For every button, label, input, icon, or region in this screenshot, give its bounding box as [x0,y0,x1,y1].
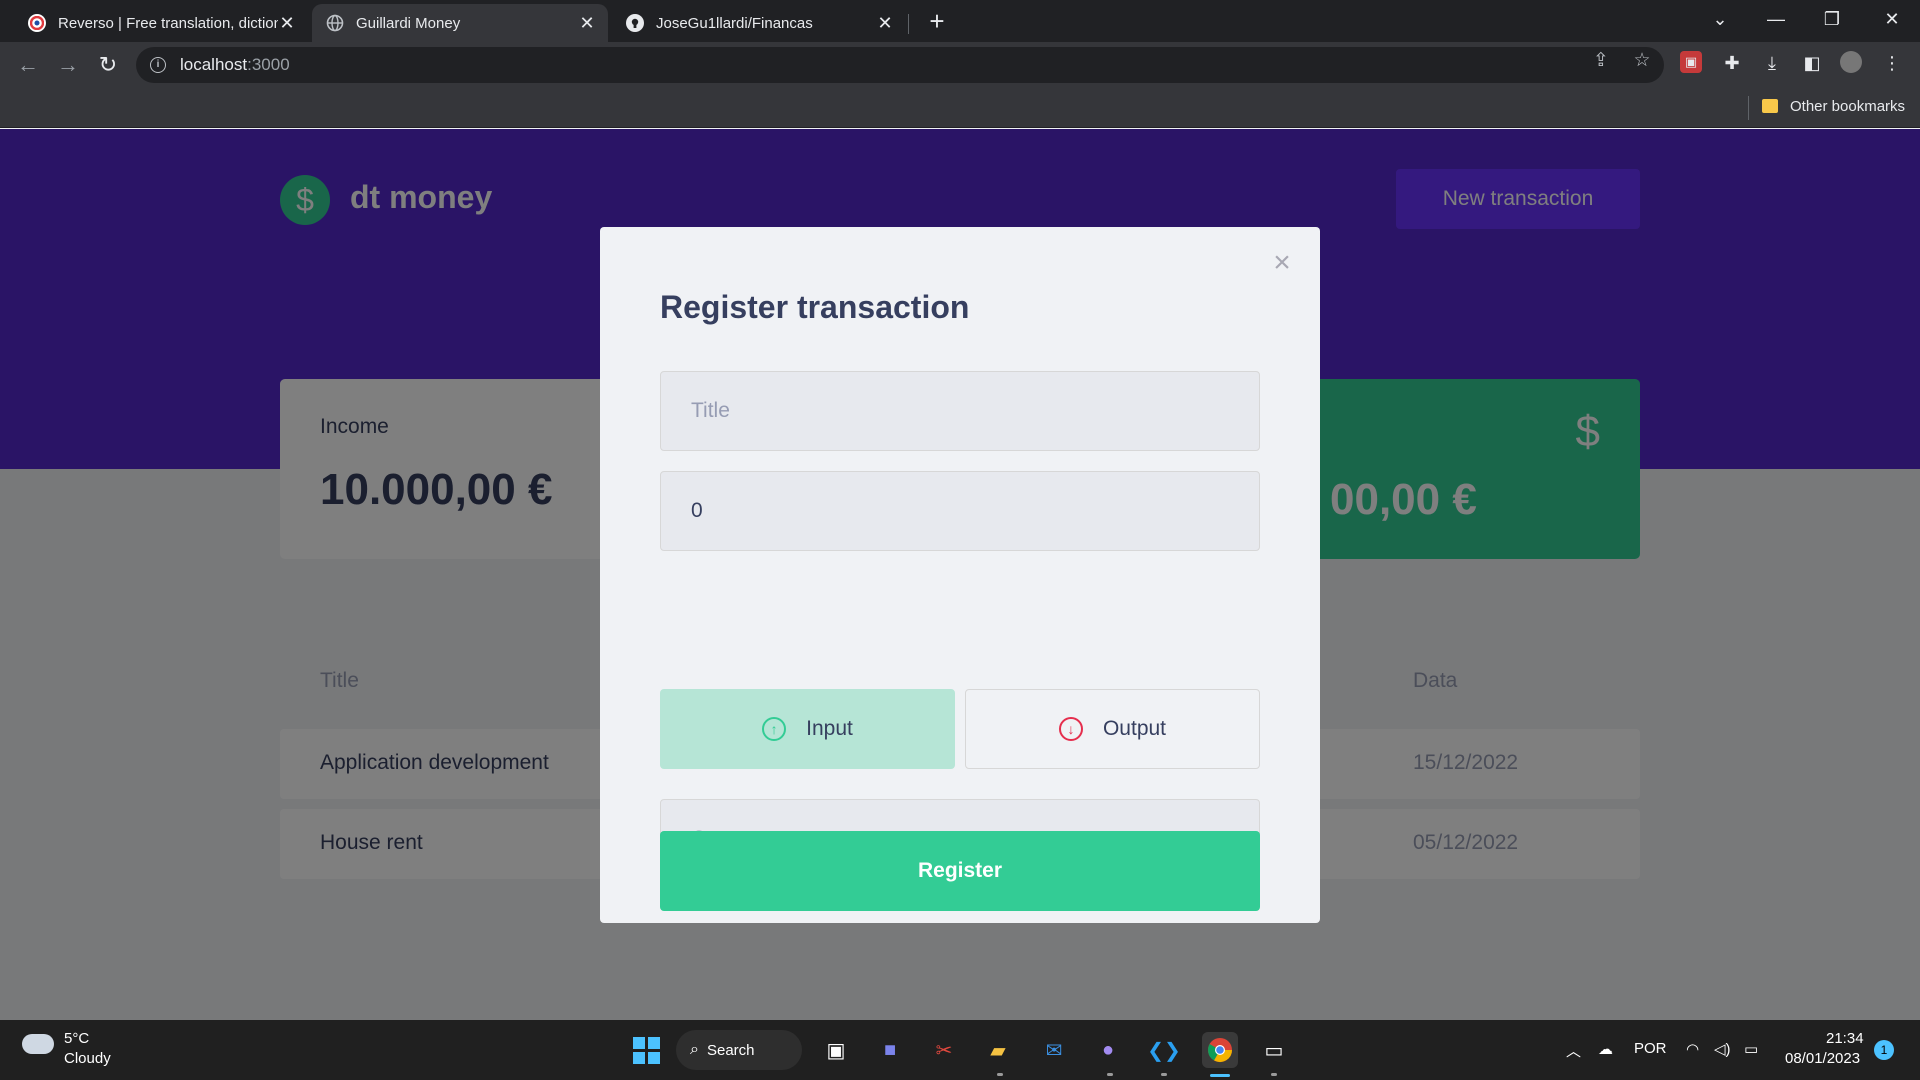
snipping-tool-icon[interactable]: ✂ [926,1032,962,1068]
start-button[interactable] [628,1032,664,1068]
register-transaction-modal: × Register transaction ↑ Input ↓ Output … [600,227,1320,923]
tab-separator [908,14,909,34]
folder-icon [1762,99,1778,113]
weather-condition[interactable]: Cloudy [64,1050,111,1067]
address-bar[interactable]: i localhost:3000 [136,47,1664,83]
battery-icon[interactable]: ▭ [1744,1040,1758,1058]
chrome-icon[interactable] [1202,1032,1238,1068]
register-button[interactable]: Register [660,831,1260,911]
tab-search-chevron-icon[interactable]: ⌄ [1692,0,1748,42]
clock-date[interactable]: 08/01/2023 [1785,1050,1860,1067]
windows-logo-icon [632,1036,660,1064]
cloud-icon[interactable] [22,1034,54,1054]
bookmarks-bar: Other bookmarks [0,88,1920,128]
profile-avatar[interactable] [1840,51,1862,73]
reload-icon[interactable]: ↻ [92,49,124,81]
onedrive-icon[interactable]: ☁ [1598,1040,1613,1058]
other-bookmarks-link[interactable]: Other bookmarks [1790,98,1905,115]
task-view-icon[interactable]: ▣ [818,1032,854,1068]
vscode-icon[interactable]: ❮❯ [1146,1032,1182,1068]
title-input[interactable] [660,371,1260,451]
terminal-icon[interactable]: ▭ [1256,1032,1292,1068]
search-label: Search [706,1041,755,1059]
close-window-button[interactable]: ✕ [1864,0,1920,42]
type-output-label: Output [1102,717,1167,740]
reverso-favicon-icon [28,14,46,32]
site-info-icon[interactable]: i [150,57,166,73]
bookmark-star-icon[interactable]: ☆ [1631,50,1653,72]
new-tab-button[interactable]: + [922,6,952,36]
arrow-down-circle-icon: ↓ [1058,717,1083,741]
bookmarks-separator [1748,96,1749,120]
type-output-button[interactable]: ↓ Output [965,689,1260,769]
menu-kebab-icon[interactable]: ⋮ [1880,51,1904,75]
tab-guillardi-money[interactable]: Guillardi Money ✕ [312,4,608,42]
show-hidden-icons-chevron-icon[interactable]: ︿ [1566,1040,1581,1061]
language-indicator[interactable]: POR [1634,1040,1667,1057]
url-port: :3000 [247,55,290,74]
extensions-puzzle-icon[interactable]: ✚ [1720,51,1744,75]
close-icon[interactable]: × [1268,248,1296,278]
browser-tab-bar: Reverso | Free translation, diction ✕ Gu… [0,0,1920,42]
active-app-indicator [1210,1074,1230,1077]
browser-toolbar: ← → ↻ i localhost:3000 ⇪ ☆ ▣ ✚ ⤓ ◧ ⋮ [0,42,1920,88]
tab-github[interactable]: JoseGu1llardi/Financas ✕ [612,4,906,42]
github-icon [626,14,644,32]
amount-input[interactable] [660,471,1260,551]
forward-arrow-icon[interactable]: → [52,49,84,81]
tab-title: Guillardi Money [356,14,461,32]
close-tab-icon[interactable]: ✕ [876,13,894,34]
notification-badge[interactable]: 1 [1874,1040,1894,1060]
url-host: localhost [180,55,248,74]
file-explorer-icon[interactable]: ▰ [980,1032,1016,1068]
type-input-label: Input [806,717,853,740]
minimize-button[interactable]: — [1748,0,1804,42]
clock-time[interactable]: 21:34 [1826,1030,1864,1047]
search-icon: ⌕ [690,1041,699,1058]
running-indicator [997,1073,1003,1076]
taskbar-search[interactable]: ⌕ Search [676,1030,802,1070]
share-icon[interactable]: ⇪ [1590,50,1612,72]
type-input-button[interactable]: ↑ Input [660,689,955,769]
wifi-icon[interactable]: ◠ [1686,1040,1699,1058]
volume-icon[interactable]: ◁) [1714,1040,1731,1058]
weather-temperature[interactable]: 5°C [64,1030,89,1047]
modal-title: Register transaction [660,289,970,325]
tab-title: Reverso | Free translation, diction [58,14,278,32]
running-indicator [1161,1073,1167,1076]
windows-taskbar: 5°C Cloudy ⌕ Search ▣ ■ ✂ ▰ ✉ ● ❮❯ ▭ ︿ ☁… [0,1020,1920,1080]
arrow-up-circle-icon: ↑ [762,717,787,741]
restore-button[interactable]: ❐ [1804,0,1860,42]
extension-icon[interactable]: ▣ [1680,51,1702,73]
mail-icon[interactable]: ✉ [1036,1032,1072,1068]
download-icon[interactable]: ⤓ [1760,51,1784,75]
tab-title: JoseGu1llardi/Financas [656,14,813,32]
running-indicator [1107,1073,1113,1076]
tab-reverso[interactable]: Reverso | Free translation, diction ✕ [14,4,308,42]
globe-icon [326,14,344,32]
github-desktop-icon[interactable]: ● [1090,1032,1126,1068]
side-panel-icon[interactable]: ◧ [1800,51,1824,75]
chat-icon[interactable]: ■ [872,1032,908,1068]
close-tab-icon[interactable]: ✕ [578,13,596,34]
app-page: $ dt money New transaction Income 10.000… [0,129,1920,1020]
back-arrow-icon[interactable]: ← [12,49,44,81]
close-tab-icon[interactable]: ✕ [278,13,296,34]
running-indicator [1271,1073,1277,1076]
